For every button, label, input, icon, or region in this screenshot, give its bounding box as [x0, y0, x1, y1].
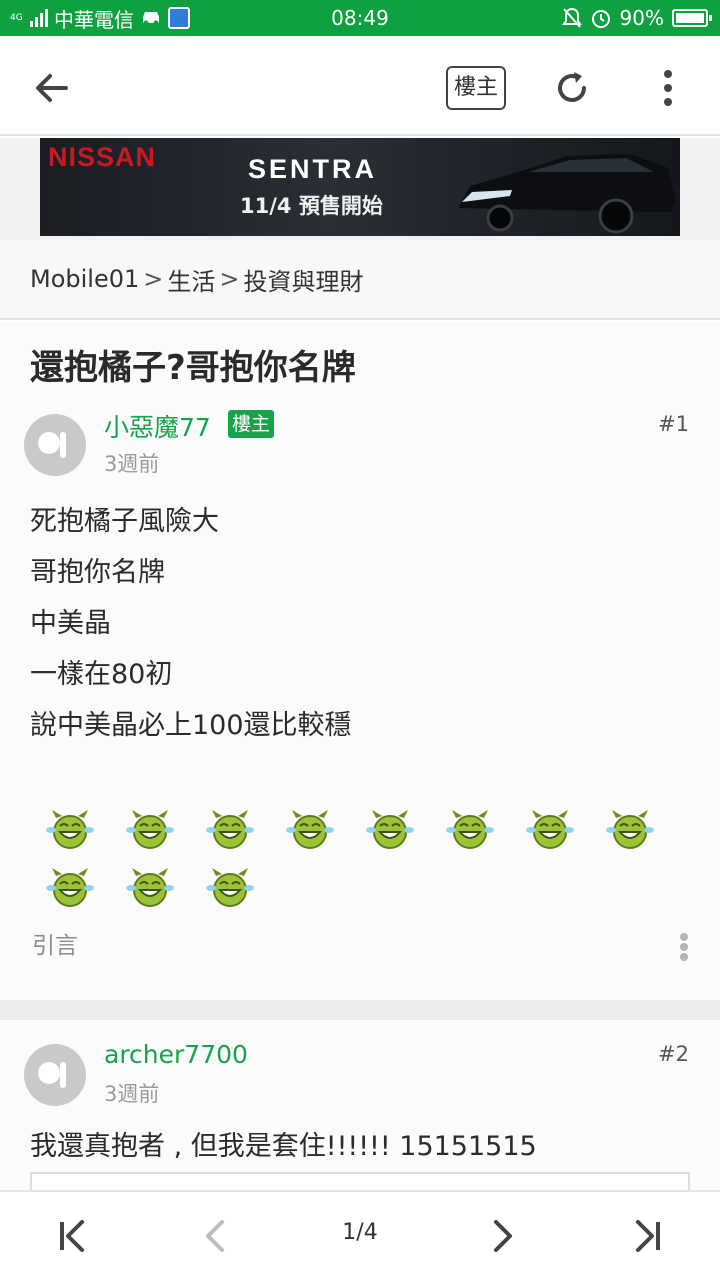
- ad-model: SENTRA: [248, 154, 378, 184]
- top-toolbar: 樓主: [0, 36, 720, 136]
- breadcrumb-separator: >: [143, 265, 164, 293]
- more-vertical-icon[interactable]: [648, 66, 688, 110]
- ad-date: 11/4 預售開始: [240, 194, 383, 218]
- last-page-icon[interactable]: [626, 1214, 670, 1258]
- post-line: 死抱橘子風險大: [30, 506, 219, 537]
- crying-laughing-devil-icon: [606, 810, 654, 849]
- post-divider: [0, 1000, 720, 1020]
- breadcrumb-separator: >: [219, 265, 240, 293]
- ad-banner[interactable]: NISSAN SENTRA 11/4 預售開始: [40, 138, 680, 236]
- alarm-icon: [591, 10, 610, 28]
- post-line: 哥抱你名牌: [30, 557, 165, 588]
- post-username[interactable]: 小惡魔77: [104, 408, 211, 444]
- battery-icon: [672, 9, 712, 27]
- bell-muted-icon: [561, 7, 582, 28]
- car-image: [458, 154, 676, 234]
- post-content: 我還真抱者 , 但我是套住!!!!!! 15151515: [30, 1131, 537, 1162]
- crying-laughing-devil-icon: [206, 868, 254, 907]
- post: archer7700 3週前 #2 我還真抱者 , 但我是套住!!!!!! 15…: [0, 1020, 720, 1202]
- ad-brand: NISSAN: [48, 142, 157, 172]
- battery-percent: 90%: [619, 6, 664, 30]
- refresh-icon[interactable]: [550, 66, 594, 110]
- crying-laughing-devil-icon: [126, 868, 174, 907]
- crying-laughing-devil-icon: [286, 810, 334, 849]
- pagination-bar: 1/4: [0, 1190, 720, 1280]
- first-page-icon[interactable]: [50, 1214, 94, 1258]
- post-line: 說中美晶必上100還比較穩: [30, 710, 352, 741]
- crying-laughing-devil-icon: [46, 810, 94, 849]
- page-indicator: 1/4: [342, 1220, 378, 1245]
- post-floor: #2: [658, 1042, 689, 1066]
- post-time: 3週前: [104, 1082, 160, 1106]
- breadcrumb: Mobile01 > 生活 > 投資與理財: [0, 240, 720, 320]
- crying-laughing-devil-icon: [126, 810, 174, 849]
- thread-title: 還抱橘子?哥抱你名牌: [30, 348, 356, 388]
- status-bar: 4G 中華電信 08:49 90%: [0, 0, 720, 36]
- status-right: 90%: [561, 0, 712, 36]
- chevron-right-icon[interactable]: [480, 1214, 524, 1258]
- crying-laughing-devil-icon: [446, 810, 494, 849]
- post-line: 一樣在80初: [30, 659, 173, 690]
- crying-laughing-devil-icon: [46, 868, 94, 907]
- avatar[interactable]: [24, 414, 86, 476]
- quote-button[interactable]: 引言: [32, 926, 78, 960]
- more-vertical-icon[interactable]: [678, 932, 690, 962]
- breadcrumb-item-mobile01[interactable]: Mobile01: [30, 265, 139, 293]
- op-badge: 樓主: [228, 410, 275, 438]
- post-content: 死抱橘子風險大 哥抱你名牌 中美晶 一樣在80初 說中美晶必上100還比較穩: [30, 496, 352, 751]
- chevron-left-icon[interactable]: [194, 1214, 238, 1258]
- post-line: 中美晶: [30, 608, 111, 639]
- crying-laughing-devil-icon: [206, 810, 254, 849]
- breadcrumb-item-investment[interactable]: 投資與理財: [243, 262, 363, 297]
- op-filter-button[interactable]: 樓主: [446, 66, 506, 110]
- breadcrumb-item-life[interactable]: 生活: [167, 262, 215, 297]
- post-floor: #1: [658, 412, 689, 436]
- crying-laughing-devil-icon: [366, 810, 414, 849]
- arrow-left-icon[interactable]: [30, 66, 74, 110]
- thread-body: 還抱橘子?哥抱你名牌 小惡魔77 樓主 3週前 #1 死抱橘子風險大 哥抱你名牌…: [0, 322, 720, 1000]
- post-time: 3週前: [104, 452, 160, 476]
- post-username[interactable]: archer7700: [104, 1040, 248, 1069]
- crying-laughing-devil-icon: [526, 810, 574, 849]
- avatar[interactable]: [24, 1044, 86, 1106]
- ad-container: NISSAN SENTRA 11/4 預售開始: [0, 138, 720, 240]
